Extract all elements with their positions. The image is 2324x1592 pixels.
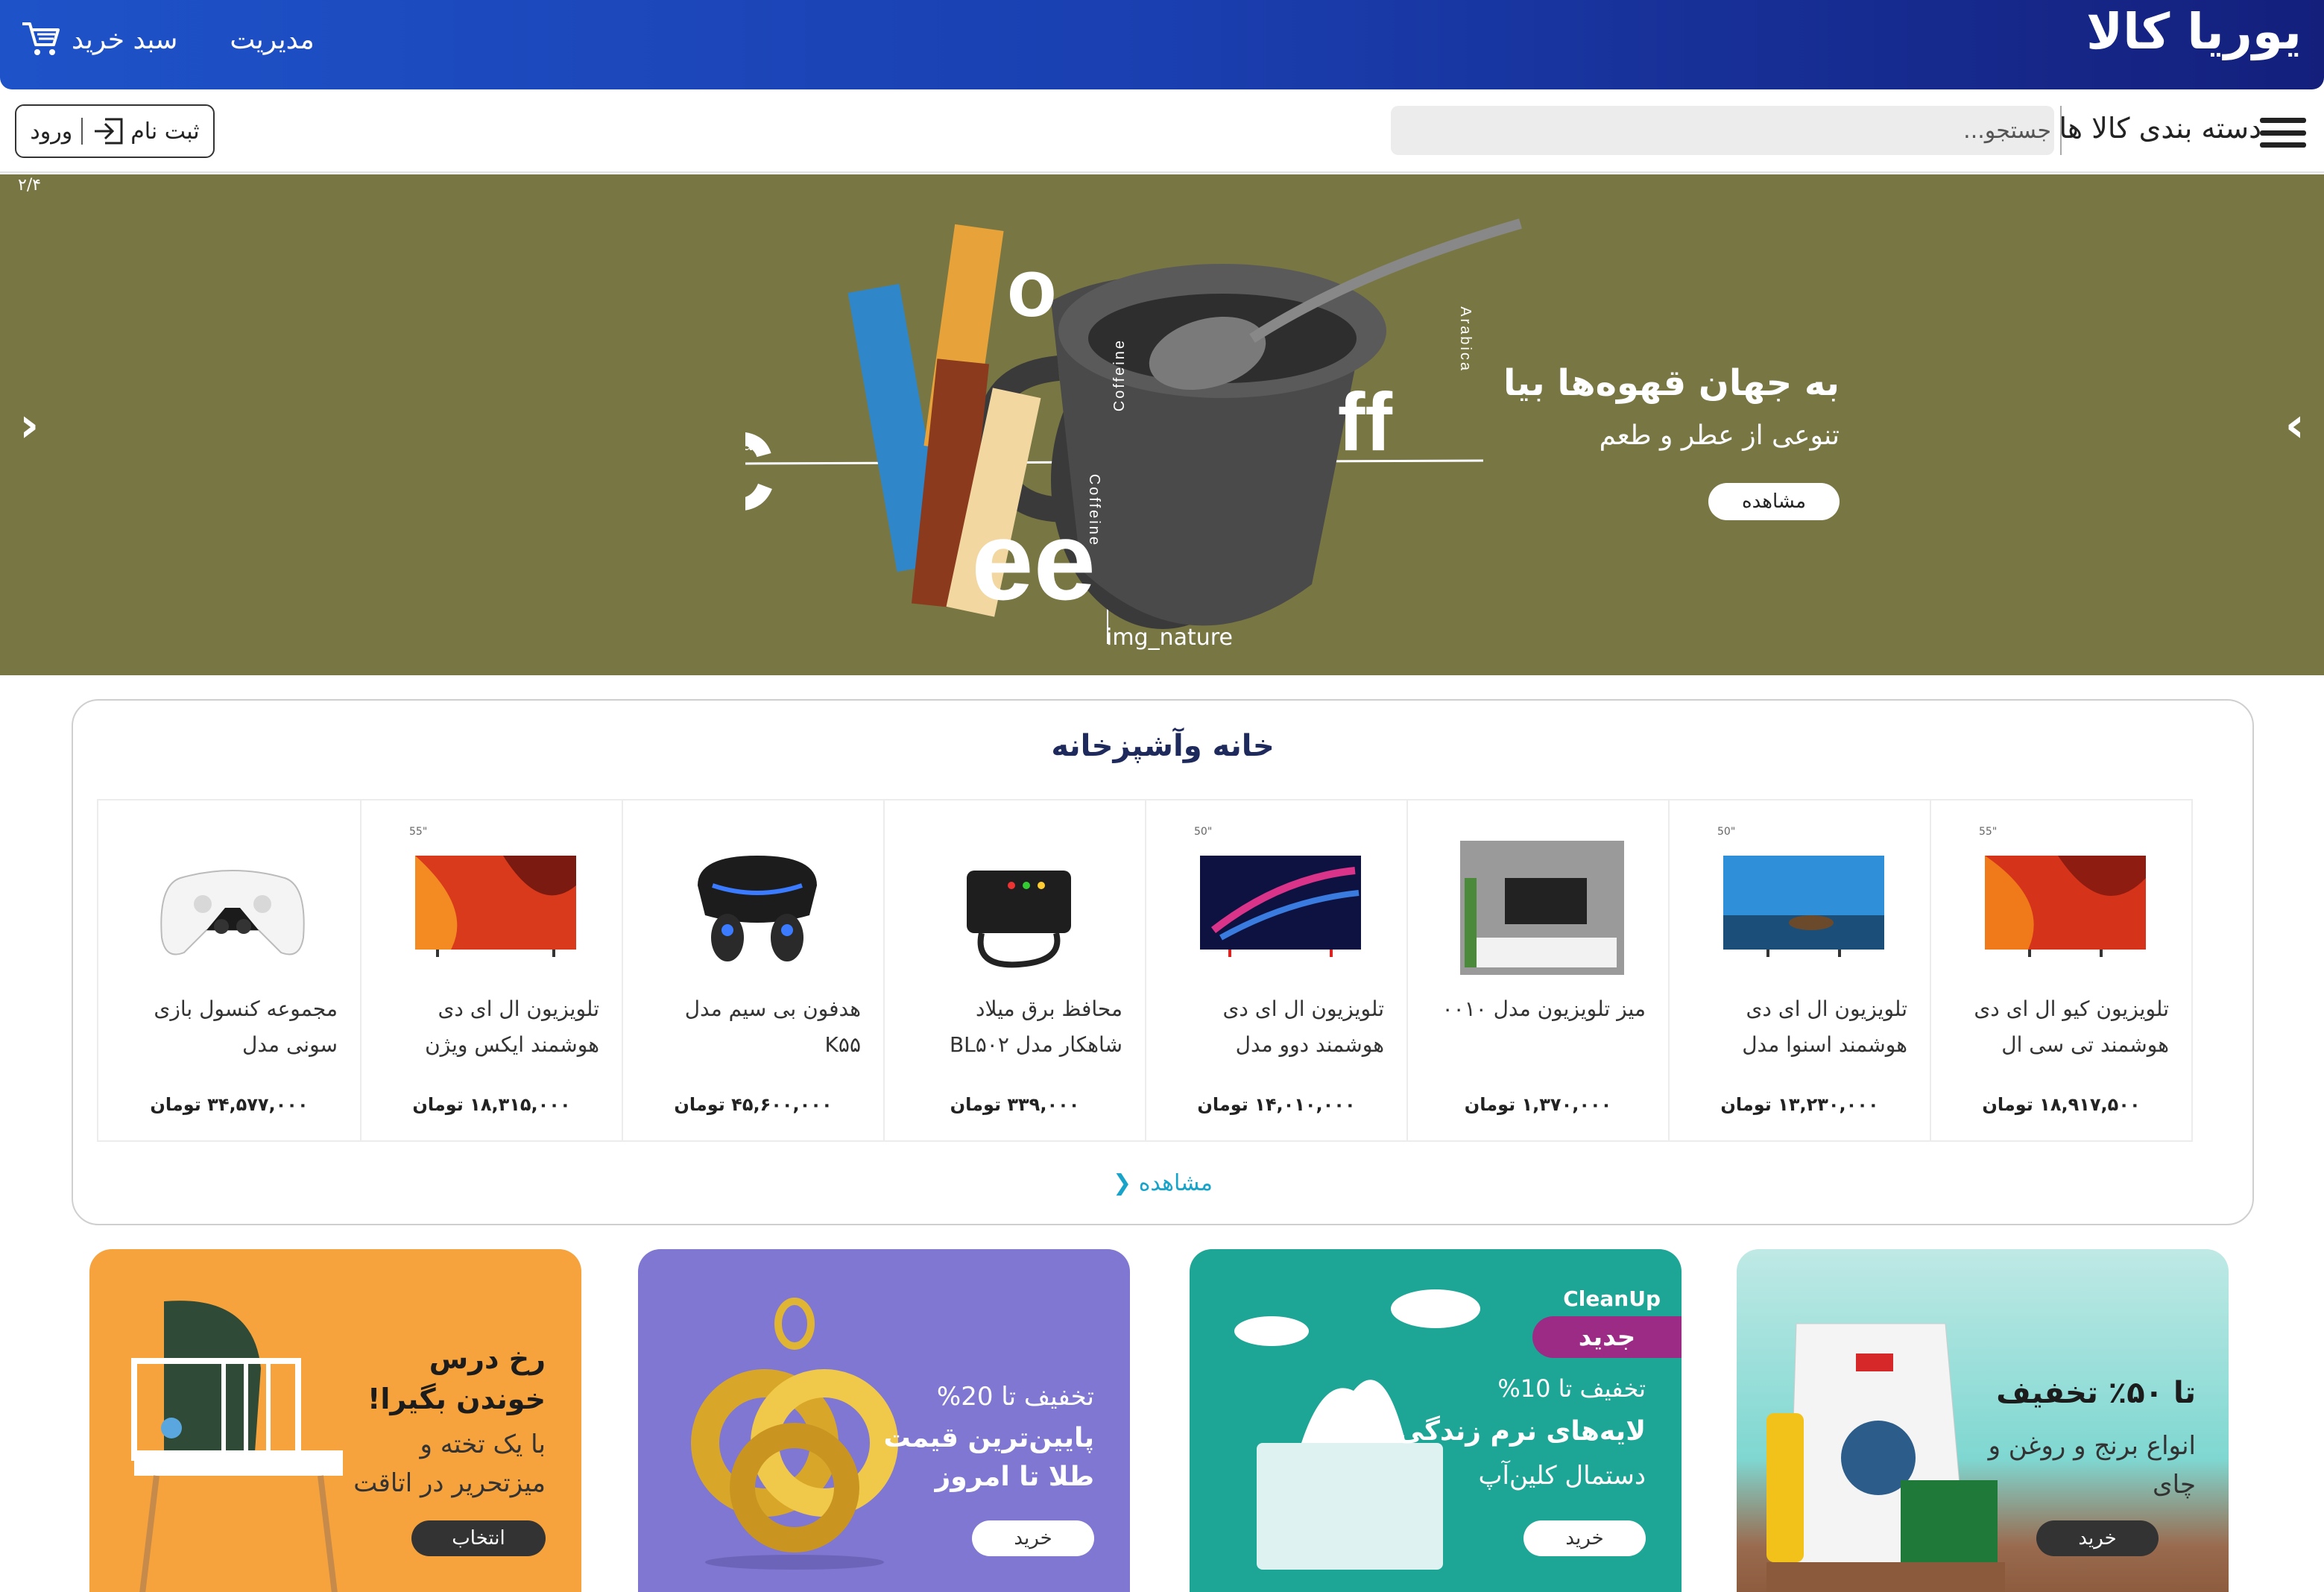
prev-slide-button[interactable]: ‹ bbox=[19, 398, 39, 453]
product-name[interactable]: تلویزیون ال ای دی هوشمند دوو مدل DSL-... bbox=[1169, 991, 1385, 1063]
product-price: ۱۸,۹۱۷,۵۰۰ تومان bbox=[1982, 1094, 2141, 1115]
banner-text: انواع برنج و روغن و چای bbox=[1988, 1431, 2196, 1500]
tv-red-icon bbox=[415, 856, 576, 957]
product-card[interactable]: مجموعه کنسول بازی سونی مدل PlayStation..… bbox=[98, 800, 360, 1140]
search-input[interactable] bbox=[1391, 106, 2054, 155]
top-header: یوریا کالا سبد خرید مدیریت bbox=[0, 0, 2324, 89]
hero-image-caption: img_nature bbox=[1106, 625, 1233, 651]
cart-icon bbox=[21, 21, 61, 58]
product-price: ۱۸,۳۱۵,۰۰۰ تومان bbox=[412, 1094, 571, 1115]
chevron-left-icon: ❮ bbox=[1113, 1170, 1132, 1196]
hero-word-robusta: Robusta bbox=[745, 435, 754, 454]
hamburger-menu-icon[interactable] bbox=[2260, 118, 2306, 148]
hero-letters-ee: ee bbox=[971, 498, 1096, 623]
login-icon bbox=[92, 116, 124, 146]
tv-blue-icon bbox=[1723, 856, 1884, 957]
sub-header: دسته بندی کالا ها ثبت نام ورود bbox=[0, 89, 2324, 173]
promo-banner-desk[interactable]: رخ درس خوندن بگیرا! با یک تخته و میزتحری… bbox=[89, 1249, 581, 1592]
section-title: خانه وآشپزخانه bbox=[1051, 729, 1275, 763]
study-desk-illustration bbox=[131, 1301, 343, 1592]
hero-view-button[interactable]: مشاهده bbox=[1708, 483, 1840, 520]
product-name[interactable]: تلویزیون کیو ال ای دی هوشمند تی سی ال مد… bbox=[1954, 991, 2169, 1063]
power-protector-icon bbox=[967, 871, 1071, 968]
gamepad-icon bbox=[160, 870, 305, 955]
promo-banner-groceries[interactable]: تا ۵۰٪ تخفیف انواع برنج و روغن و چای خری… bbox=[1737, 1249, 2229, 1592]
product-name[interactable]: مجموعه کنسول بازی سونی مدل PlayStation..… bbox=[121, 991, 338, 1063]
product-card[interactable]: میز تلویزیون مدل ۰۰۱۰ ۱,۳۷۰,۰۰۰ تومان bbox=[1406, 800, 1668, 1140]
hero-word-coffeine-1: Coffeine bbox=[1111, 338, 1128, 411]
product-price: ۴۵,۶۰۰,۰۰۰ تومان bbox=[674, 1094, 833, 1115]
divider bbox=[81, 118, 83, 145]
product-card[interactable]: هدفون بی سیم مدل K۵۵ ۴۵,۶۰۰,۰۰۰ تومان bbox=[622, 800, 883, 1140]
promo-banner-tissues[interactable]: CleanUp جدید تخفیف تا 10% لایه‌های نرم ز… bbox=[1190, 1249, 1682, 1592]
product-card[interactable]: 50" تلویزیون ال ای دی هوشمند دوو مدل DSL… bbox=[1145, 800, 1406, 1140]
new-tag: جدید bbox=[1532, 1316, 1682, 1358]
banner-text: با یک تخته و میزتحریر در اتاقت bbox=[353, 1430, 546, 1498]
banner-title: تا ۵۰٪ تخفیف bbox=[1996, 1376, 2196, 1410]
tv-stand-icon bbox=[1460, 841, 1624, 975]
tv-dark-icon bbox=[1200, 856, 1361, 957]
banner-discount: تخفیف تا 10% bbox=[1497, 1374, 1646, 1403]
product-card[interactable]: 50" تلویزیون ال ای دی هوشمند اسنوا مدل S… bbox=[1668, 800, 1930, 1140]
product-name[interactable]: محافظ برق میلاد شاهکار مدل BL۵۰۲ bbox=[907, 991, 1122, 1063]
hero-slider: ۲/۴ ‹ › C o ff ee Robusta Coffeine Arabi… bbox=[0, 174, 2324, 675]
product-card[interactable]: 55" تلویزیون ال ای دی هوشمند ایکس ویژن م… bbox=[360, 800, 622, 1140]
promo-banners: تا ۵۰٪ تخفیف انواع برنج و روغن و چای خری… bbox=[89, 1249, 2229, 1592]
hero-title: به جهان قهوه‌ها بیا bbox=[1503, 362, 1840, 404]
product-price: ۱۴,۰۱۰,۰۰۰ تومان bbox=[1197, 1094, 1356, 1115]
see-more-link[interactable]: مشاهده ❮ bbox=[73, 1170, 2252, 1196]
categories-menu-label[interactable]: دسته بندی کالا ها bbox=[2059, 112, 2261, 145]
product-name[interactable]: میز تلویزیون مدل ۰۰۱۰ bbox=[1430, 991, 1646, 1063]
product-name[interactable]: تلویزیون ال ای دی هوشمند اسنوا مدل SD-..… bbox=[1692, 991, 1907, 1063]
product-price: ۱,۳۷۰,۰۰۰ تومان bbox=[1464, 1094, 1612, 1115]
hero-letter-o: o bbox=[1007, 242, 1057, 334]
product-list: 55" تلویزیون کیو ال ای دی هوشمند تی سی ا… bbox=[97, 799, 2193, 1142]
banner-discount: تخفیف تا 20% bbox=[936, 1382, 1094, 1412]
login-label[interactable]: ورود bbox=[30, 119, 72, 145]
product-price: ۳۳۹,۰۰۰ تومان bbox=[950, 1094, 1080, 1115]
product-price: ۳۴,۵۷۷,۰۰۰ تومان bbox=[150, 1094, 309, 1115]
product-card[interactable]: محافظ برق میلاد شاهکار مدل BL۵۰۲ ۳۳۹,۰۰۰… bbox=[883, 800, 1145, 1140]
product-name[interactable]: تلویزیون ال ای دی هوشمند ایکس ویژن مد... bbox=[384, 991, 599, 1063]
promo-banner-gold[interactable]: تخفیف تا 20% پایین‌ترین قیمت طلا تا امرو… bbox=[638, 1249, 1130, 1592]
product-price: ۱۳,۲۳۰,۰۰۰ تومان bbox=[1720, 1094, 1879, 1115]
hero-letters-ff: ff bbox=[1338, 376, 1393, 468]
banner-title: رخ درس خوندن بگیرا! bbox=[367, 1342, 546, 1415]
top-nav: سبد خرید مدیریت bbox=[21, 21, 315, 58]
admin-link[interactable]: مدیریت bbox=[230, 25, 314, 55]
cleanup-logo: CleanUp bbox=[1563, 1286, 1661, 1311]
hero-letter-c: C bbox=[745, 408, 775, 534]
banner-title: لایه‌های نرم زندگی bbox=[1397, 1416, 1646, 1447]
earbuds-icon bbox=[698, 856, 817, 961]
banner-buy-button[interactable]: خرید bbox=[2036, 1520, 2159, 1556]
hero-word-coffeine-2: Coffeine bbox=[1086, 474, 1102, 547]
coffee-illustration: C o ff ee Robusta Coffeine Arabica Coffe… bbox=[745, 218, 1522, 644]
cart-label: سبد خرید bbox=[72, 24, 178, 55]
banner-choose-button[interactable]: انتخاب bbox=[411, 1520, 546, 1556]
banner-buy-button[interactable]: خرید bbox=[972, 1520, 1094, 1556]
brand-logo[interactable]: یوریا کالا bbox=[2086, 3, 2302, 60]
see-more-label: مشاهده bbox=[1138, 1170, 1213, 1196]
groceries-illustration bbox=[1766, 1323, 2005, 1592]
login-register-button[interactable]: ثبت نام ورود bbox=[15, 104, 215, 158]
banner-title: پایین‌ترین قیمت طلا تا امروز bbox=[883, 1423, 1094, 1492]
register-label[interactable]: ثبت نام bbox=[130, 119, 199, 145]
divider bbox=[2060, 106, 2062, 155]
banner-buy-button[interactable]: خرید bbox=[1523, 1520, 1646, 1556]
home-kitchen-section: خانه وآشپزخانه 55" تلویزیون کیو ال ای دی… bbox=[72, 699, 2254, 1225]
next-slide-button[interactable]: › bbox=[2285, 398, 2305, 453]
product-name[interactable]: هدفون بی سیم مدل K۵۵ bbox=[645, 991, 861, 1063]
hero-word-arabica: Arabica bbox=[1457, 306, 1474, 373]
banner-text: دستمال کلین‌آپ bbox=[1478, 1461, 1646, 1491]
cart-button[interactable]: سبد خرید bbox=[21, 21, 177, 58]
tv-red-icon bbox=[1985, 856, 2146, 957]
product-card[interactable]: 55" تلویزیون کیو ال ای دی هوشمند تی سی ا… bbox=[1930, 800, 2191, 1140]
hero-subtitle: تنوعی از عطر و طعم bbox=[1599, 420, 1840, 451]
slide-counter: ۲/۴ bbox=[18, 176, 42, 195]
